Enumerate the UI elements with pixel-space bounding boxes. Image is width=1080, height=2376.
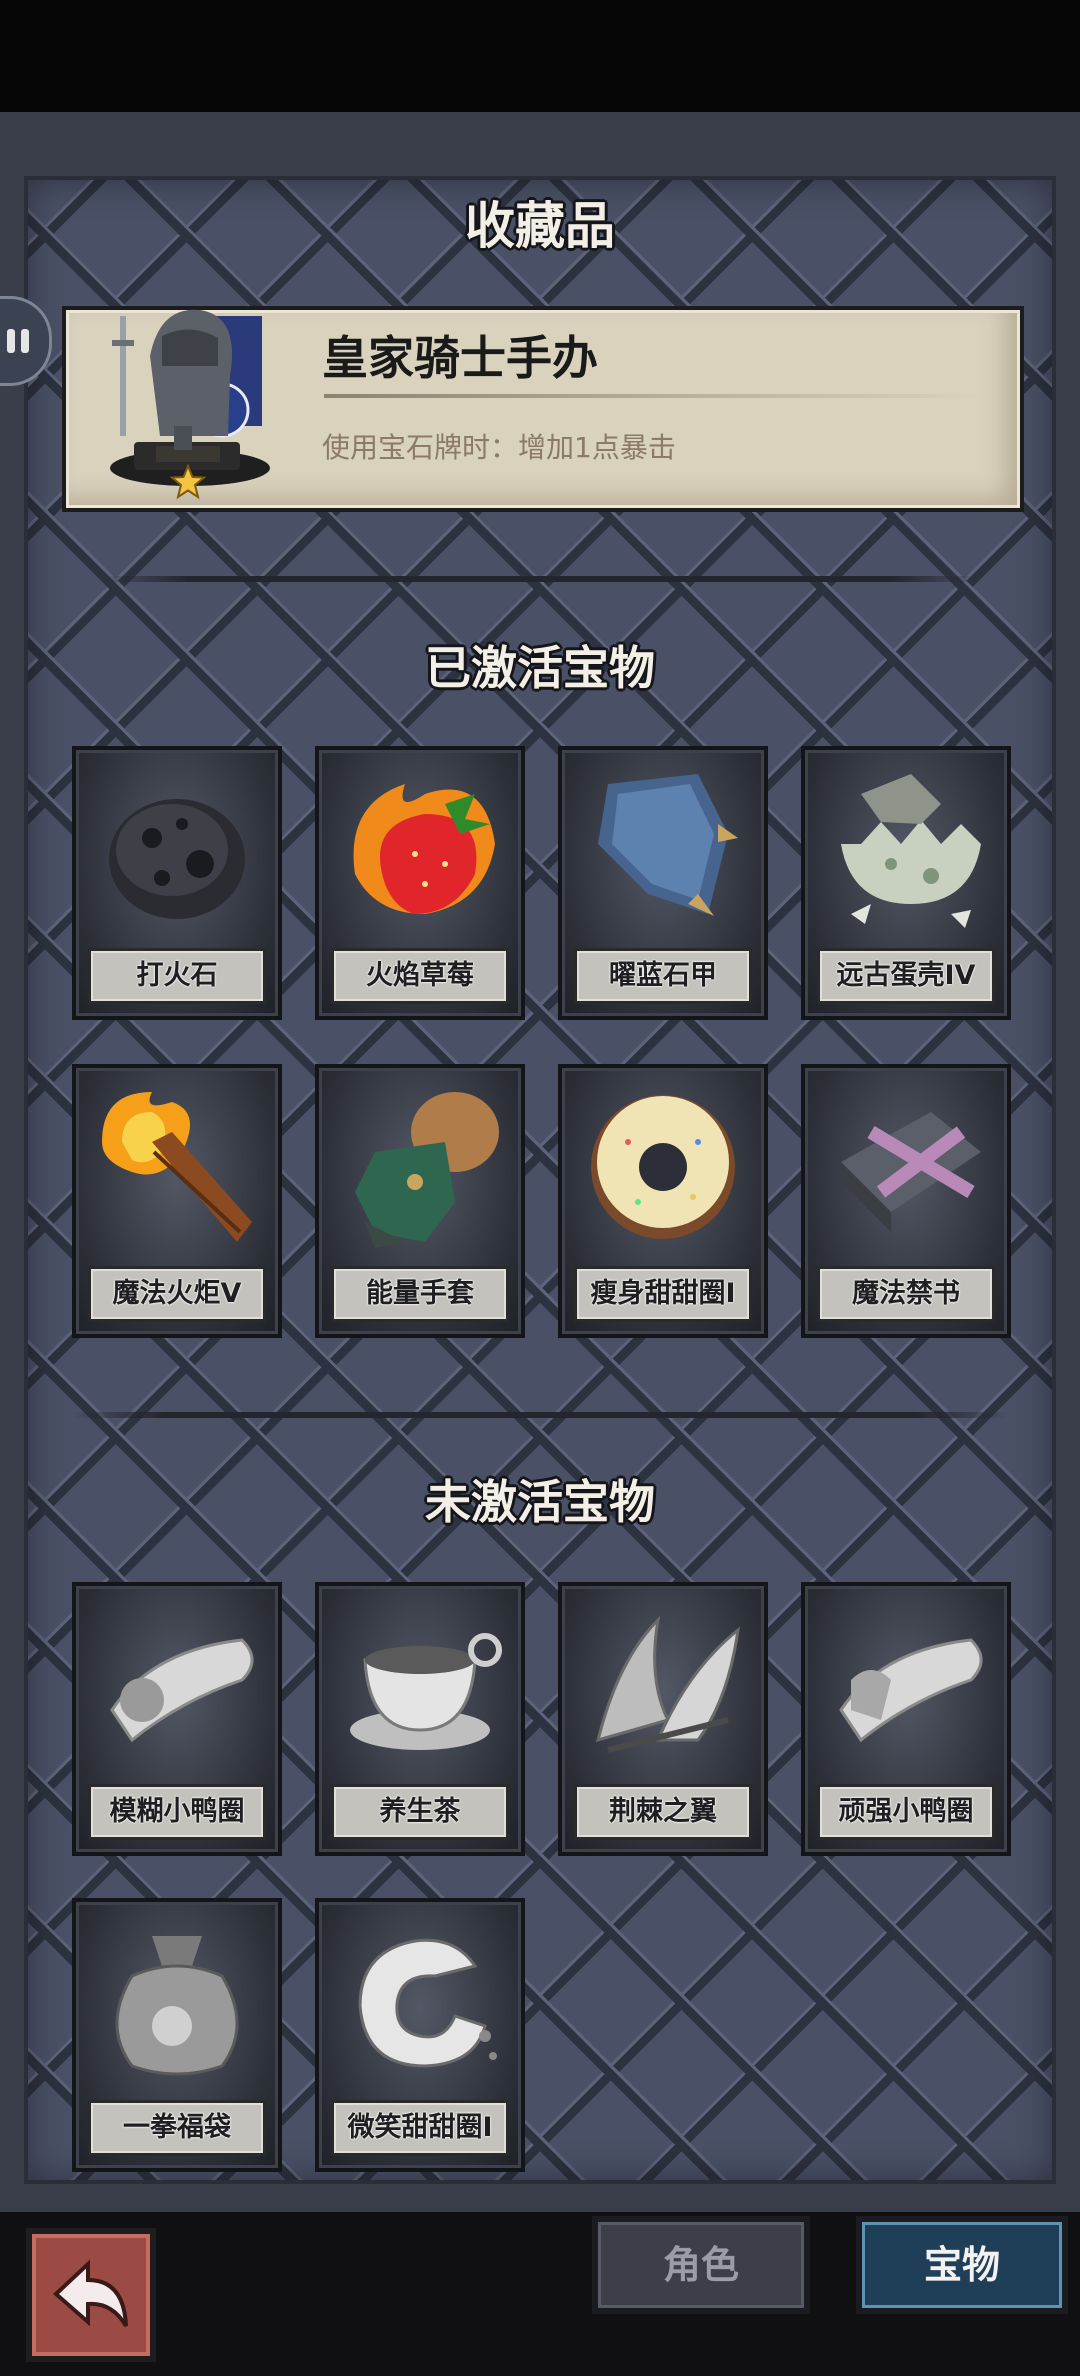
treasure-slot-forbidden-book[interactable]: 魔法禁书: [801, 1064, 1011, 1338]
treasure-label: 火焰草莓: [331, 948, 509, 1004]
treasure-slot-glove[interactable]: 能量手套: [315, 1064, 525, 1338]
tab-treasure[interactable]: 宝物: [856, 2216, 1068, 2314]
tab-role[interactable]: 角色: [592, 2216, 810, 2314]
treasure-slot-lucky-bag[interactable]: 一拳福袋: [72, 1898, 282, 2172]
featured-description: 使用宝石牌时：增加1点暴击: [322, 431, 676, 464]
smile-donut-icon: [358, 1938, 497, 2068]
treasure-label: 模糊小鸭圈: [88, 1784, 266, 1840]
treasure-label: 一拳福袋: [88, 2100, 266, 2156]
status-bar: [0, 0, 1080, 112]
section-divider-1: [100, 576, 980, 582]
treasure-label: 养生茶: [331, 1784, 509, 1840]
treasure-label: 魔法禁书: [817, 1266, 995, 1322]
treasure-slot-flint[interactable]: 打火石: [72, 746, 282, 1020]
inactive-treasures-title: 未激活宝物: [425, 1475, 655, 1529]
flint-stone-icon: [109, 799, 245, 919]
treasure-label: 远古蛋壳IV: [817, 948, 995, 1004]
treasure-label: 曜蓝石甲: [574, 948, 752, 1004]
egg-shell-icon: [841, 774, 981, 928]
tea-cup-icon: [350, 1633, 502, 1750]
thorn-wing-icon: [595, 1615, 741, 1753]
treasure-label: 打火石: [88, 948, 266, 1004]
back-button[interactable]: [26, 2228, 156, 2362]
duck-ring-icon: [110, 1638, 254, 1743]
treasure-slot-strong-duck-ring[interactable]: 顽强小鸭圈: [801, 1582, 1011, 1856]
treasure-label: 瘦身甜甜圈I: [574, 1266, 752, 1322]
treasure-label: 能量手套: [331, 1266, 509, 1322]
treasure-slot-egg-shell[interactable]: 远古蛋壳IV: [801, 746, 1011, 1020]
glove-icon: [355, 1092, 499, 1248]
blue-armor-icon: [598, 774, 738, 916]
treasure-slot-tea[interactable]: 养生茶: [315, 1582, 525, 1856]
donut-icon: [591, 1095, 735, 1239]
back-arrow-icon: [53, 2259, 128, 2328]
featured-name: 皇家骑士手办: [322, 331, 598, 385]
treasure-slot-donut[interactable]: 瘦身甜甜圈I: [558, 1064, 768, 1338]
forbidden-book-icon: [841, 1112, 981, 1232]
treasure-label: 荆棘之翼: [574, 1784, 752, 1840]
treasure-slot-duck-ring[interactable]: 模糊小鸭圈: [72, 1582, 282, 1856]
treasure-slot-torch[interactable]: 魔法火炬V: [72, 1064, 282, 1338]
flame-strawberry-icon: [353, 784, 495, 914]
torch-icon: [102, 1092, 252, 1242]
treasure-slot-blue-armor[interactable]: 曜蓝石甲: [558, 746, 768, 1020]
featured-divider: [324, 394, 984, 398]
collection-title: 收藏品: [465, 197, 615, 255]
treasure-label: 魔法火炬V: [88, 1266, 266, 1322]
duck-ring-strong-icon: [839, 1638, 983, 1743]
treasure-slot-flame-strawberry[interactable]: 火焰草莓: [315, 746, 525, 1020]
section-divider-2: [70, 1412, 1010, 1418]
treasure-label: 顽强小鸭圈: [817, 1784, 995, 1840]
treasure-slot-smile-donut[interactable]: 微笑甜甜圈I: [315, 1898, 525, 2172]
treasure-label: 微笑甜甜圈I: [331, 2100, 509, 2156]
lucky-bag-icon: [115, 1936, 239, 2076]
treasure-slot-thorn-wing[interactable]: 荆棘之翼: [558, 1582, 768, 1856]
featured-collectible-card[interactable]: 皇家骑士手办 使用宝石牌时：增加1点暴击: [62, 306, 1024, 512]
active-treasures-title: 已激活宝物: [425, 641, 655, 695]
star-icon: [170, 464, 206, 500]
